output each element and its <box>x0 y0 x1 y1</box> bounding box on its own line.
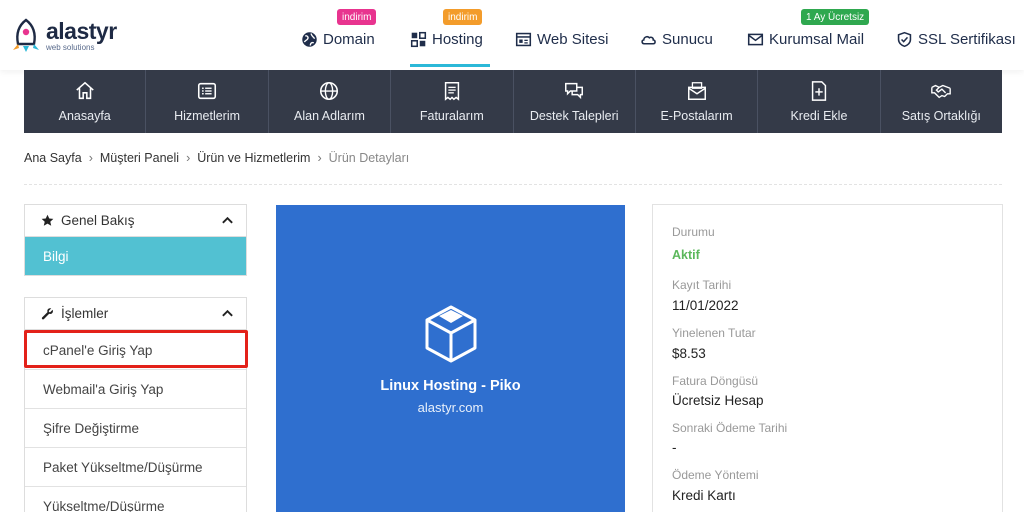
invoice-icon <box>444 82 459 101</box>
menu-item-label: Satış Ortaklığı <box>901 109 981 123</box>
menu-item-label: Faturalarım <box>419 109 484 123</box>
overview-panel-header[interactable]: Genel Bakış <box>25 205 246 237</box>
cloud-icon <box>641 35 656 45</box>
menu-item-label: Kredi Ekle <box>790 109 848 123</box>
recurring-amount-label: Yinelenen Tutar <box>672 326 756 340</box>
payment-method-label: Ödeme Yöntemi <box>672 468 759 482</box>
chat-icon <box>565 82 584 100</box>
next-due-date-label: Sonraki Ödeme Tarihi <box>672 421 788 435</box>
brand-tagline: web solutions <box>46 43 95 52</box>
shield-icon <box>897 31 912 47</box>
chevron-up-icon[interactable] <box>221 214 234 227</box>
overview-panel: Genel Bakış Bilgi <box>24 204 247 276</box>
upgrade-downgrade-link[interactable]: Yükseltme/Düşürme <box>25 486 246 512</box>
nav-domain[interactable]: Domain <box>301 28 375 50</box>
product-card: Linux Hosting - Piko alastyr.com <box>276 205 625 512</box>
hosting-discount-badge: indirim <box>443 9 483 25</box>
star-icon <box>41 214 54 226</box>
menu-item-anasayfa[interactable]: Anasayfa <box>24 70 147 133</box>
active-nav-indicator <box>410 64 490 67</box>
actions-panel-header[interactable]: İşlemler <box>25 298 246 330</box>
menu-item-e-postalarim[interactable]: E-Postalarım <box>636 70 759 133</box>
inbox-icon <box>687 82 706 100</box>
billing-cycle-value: Ücretsiz Hesap <box>672 393 764 408</box>
menu-item-faturalarim[interactable]: Faturalarım <box>391 70 514 133</box>
client-menu-bar: Anasayfa Hizmetlerim Alan Adlarım Fatura… <box>24 70 1002 133</box>
menu-item-satis-ortakligi[interactable]: Satış Ortaklığı <box>881 70 1002 133</box>
home-icon <box>75 81 94 100</box>
nav-label: Sunucu <box>662 30 713 48</box>
nav-web-sitesi[interactable]: Web Sitesi <box>515 28 608 50</box>
breadcrumb-home[interactable]: Ana Sayfa <box>24 151 82 165</box>
handshake-icon <box>931 84 952 99</box>
grid-icon <box>410 31 427 47</box>
breadcrumb-products[interactable]: Ürün ve Hizmetlerim <box>197 151 310 165</box>
recurring-amount-value: $8.53 <box>672 346 706 361</box>
status-label: Durumu <box>672 225 715 239</box>
registration-date-label: Kayıt Tarihi <box>672 278 732 292</box>
nav-kurumsal-mail[interactable]: Kurumsal Mail <box>747 28 864 50</box>
payment-method-value: Kredi Kartı <box>672 488 736 503</box>
breadcrumb: Ana Sayfa › Müşteri Paneli › Ürün ve Hiz… <box>24 150 409 166</box>
breadcrumb-separator: › <box>186 151 191 165</box>
webmail-login-link[interactable]: Webmail'a Giriş Yap <box>25 369 246 408</box>
actions-panel-title: İşlemler <box>61 306 109 321</box>
menu-item-label: Destek Talepleri <box>529 109 619 123</box>
nav-label: Web Sitesi <box>537 30 609 48</box>
mail-promo-badge: 1 Ay Ücretsiz <box>801 9 870 25</box>
globe-icon <box>302 31 317 47</box>
breadcrumb-client-panel[interactable]: Müşteri Paneli <box>100 151 179 165</box>
wrench-icon <box>41 308 53 320</box>
status-badge: Aktif <box>672 248 700 262</box>
cube-icon <box>425 305 476 363</box>
nav-ssl-sertifikasi[interactable]: SSL Sertifikası <box>896 28 1016 50</box>
chevron-up-icon[interactable] <box>221 307 234 320</box>
nav-hosting[interactable]: Hosting <box>410 28 483 50</box>
product-name: Linux Hosting - Piko <box>380 378 521 394</box>
globe-icon <box>320 81 339 101</box>
cpanel-login-link[interactable]: cPanel'e Giriş Yap <box>25 330 246 369</box>
next-due-date-value: - <box>672 440 677 455</box>
actions-panel: İşlemler cPanel'e Giriş Yap Webmail'a Gi… <box>24 297 247 512</box>
domain-discount-badge: indirim <box>337 9 377 25</box>
registration-date-value: 11/01/2022 <box>672 298 739 313</box>
rocket-logo-icon <box>13 18 39 52</box>
menu-item-label: Alan Adlarım <box>294 109 365 123</box>
website-icon <box>515 32 532 46</box>
mail-icon <box>747 33 764 45</box>
list-icon <box>198 82 217 100</box>
brand-logo[interactable]: alastyr web solutions <box>10 18 117 54</box>
breadcrumb-separator: › <box>317 151 322 165</box>
menu-item-alan-adlarim[interactable]: Alan Adlarım <box>269 70 392 133</box>
package-upgrade-link[interactable]: Paket Yükseltme/Düşürme <box>25 447 246 486</box>
menu-item-label: E-Postalarım <box>660 109 733 123</box>
add-file-icon <box>811 81 827 101</box>
nav-label: SSL Sertifikası <box>918 30 1016 48</box>
billing-cycle-label: Fatura Döngüsü <box>672 374 759 388</box>
content-divider <box>24 184 1002 185</box>
breadcrumb-separator: › <box>88 151 93 165</box>
breadcrumb-current: Ürün Detayları <box>328 151 410 165</box>
nav-label: Hosting <box>432 30 483 48</box>
menu-item-destek-talepleri[interactable]: Destek Talepleri <box>514 70 636 133</box>
nav-sunucu[interactable]: Sunucu <box>640 28 713 50</box>
overview-panel-title: Genel Bakış <box>61 213 135 228</box>
menu-item-label: Hizmetlerim <box>174 109 241 123</box>
menu-item-kredi-ekle[interactable]: Kredi Ekle <box>758 70 881 133</box>
menu-item-label: Anasayfa <box>58 109 111 123</box>
nav-label: Kurumsal Mail <box>769 30 865 48</box>
product-details-panel: Durumu Aktif Kayıt Tarihi 11/01/2022 Yin… <box>652 204 1003 512</box>
nav-label: Domain <box>323 30 375 48</box>
menu-item-hizmetlerim[interactable]: Hizmetlerim <box>146 70 269 133</box>
top-header: alastyr web solutions indirim Domain ind… <box>0 0 1024 70</box>
sidebar-item-bilgi[interactable]: Bilgi <box>25 237 246 275</box>
product-domain: alastyr.com <box>417 400 484 415</box>
brand-name: alastyr <box>46 18 117 44</box>
change-password-link[interactable]: Şifre Değiştirme <box>25 408 246 447</box>
